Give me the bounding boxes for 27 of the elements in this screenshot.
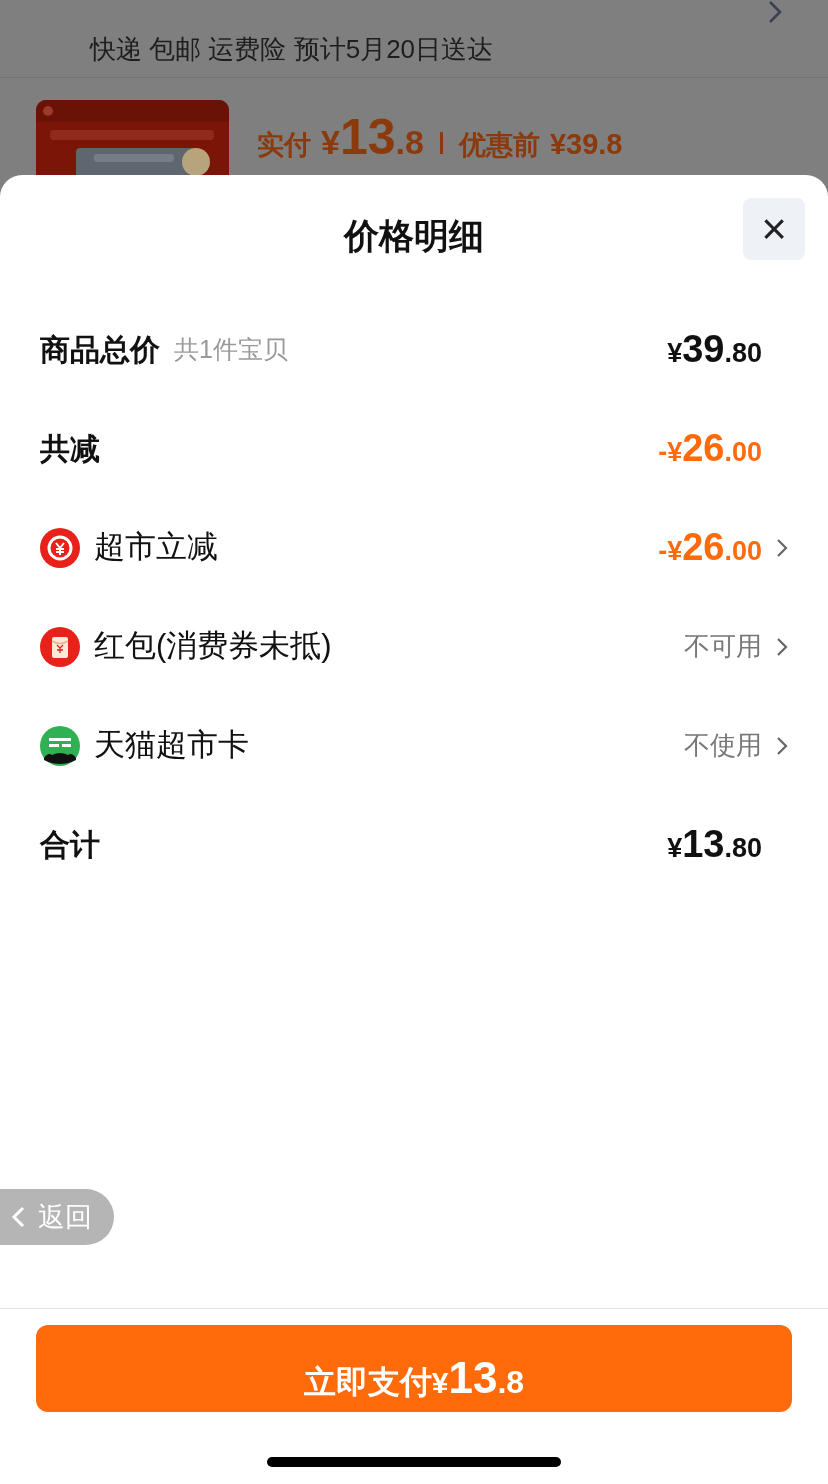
price-amount: -¥26.00 xyxy=(658,426,762,471)
supermarket-card-icon xyxy=(40,725,80,766)
envelope-icon xyxy=(40,626,80,667)
row-label[interactable]: 红包(消费券未抵) xyxy=(94,623,332,670)
price-amount: ¥13.80 xyxy=(667,822,762,867)
chevron-icon[interactable] xyxy=(776,636,788,657)
chevron-icon[interactable] xyxy=(776,537,788,558)
original-price: ¥39.8 xyxy=(549,127,623,162)
original-price-label: 优惠前 xyxy=(458,129,540,162)
row-label: 商品总价 xyxy=(40,332,160,368)
option-status[interactable]: 不可用 xyxy=(684,627,762,666)
row-label: 合计 xyxy=(40,827,100,863)
row-label[interactable]: 超市立减 xyxy=(94,524,218,571)
chevron-icon[interactable] xyxy=(768,0,782,24)
sheet-title: 价格明细 xyxy=(344,215,484,258)
price-amount: ¥39.80 xyxy=(667,327,762,372)
discount-amount: -¥26.00 xyxy=(658,525,762,570)
delivery-info: 快递 包邮 运费险 预计5月20日送达 xyxy=(90,33,494,66)
paid-label: 实付 xyxy=(257,129,311,162)
coupon-icon xyxy=(40,527,80,568)
row-label[interactable]: 天猫超市卡 xyxy=(94,722,249,769)
paid-price: ¥13.8 xyxy=(321,108,424,167)
chevron-icon[interactable] xyxy=(776,735,788,756)
option-status[interactable]: 不使用 xyxy=(684,726,762,765)
row-label: 共减 xyxy=(40,431,100,467)
item-count: 共1件宝贝 xyxy=(174,333,288,365)
close-button[interactable]: × xyxy=(743,198,805,260)
